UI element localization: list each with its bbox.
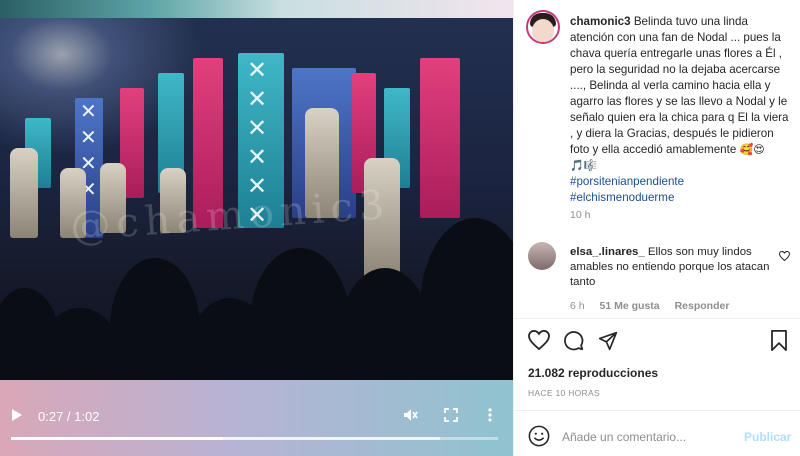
caption-text: Belinda tuvo una linda atención con una … (570, 15, 789, 156)
progress-played (11, 437, 223, 440)
play-icon[interactable] (11, 408, 23, 425)
post-side-panel: chamonic3 Belinda tuvo una linda atenció… (513, 0, 800, 456)
divider (514, 410, 800, 411)
posted-ago: HACE 10 HORAS (528, 388, 600, 398)
video-top-strip (0, 0, 513, 18)
time-display: 0:27 / 1:02 (38, 409, 100, 424)
heart-icon[interactable] (528, 330, 550, 350)
reply-button[interactable]: Responder (675, 300, 730, 312)
emoji-icon[interactable] (528, 425, 550, 447)
performer (10, 148, 38, 238)
comment-likes[interactable]: 51 Me gusta (600, 300, 660, 312)
bookmark-icon[interactable] (770, 330, 788, 351)
views-count[interactable]: 21.082 reproducciones (528, 366, 658, 380)
comment-meta: 6 h 51 Me gusta Responder (570, 300, 729, 312)
share-icon[interactable] (598, 331, 618, 351)
crowd-silhouette (250, 248, 350, 380)
progress-bar[interactable] (11, 437, 498, 440)
comment-heart-icon[interactable] (778, 248, 791, 266)
comment-input[interactable]: Añade un comentario... (562, 430, 686, 444)
crowd-silhouette (110, 258, 200, 380)
crowd-silhouette (340, 268, 430, 380)
hashtag-link[interactable]: #elchismenoduerme (570, 190, 792, 206)
fullscreen-icon[interactable] (444, 408, 458, 425)
publish-button[interactable]: Publicar (744, 430, 791, 444)
crowd-silhouette (420, 218, 513, 380)
comment-time: 6 h (570, 300, 585, 312)
comment-icon[interactable] (563, 330, 584, 351)
divider (514, 318, 800, 319)
hashtag-link[interactable]: #porsitenianpendiente (570, 174, 792, 190)
video-controls: 0:27 / 1:02 (0, 400, 513, 456)
comment: elsa_.linares_ Ellos son muy lindos amab… (570, 245, 775, 290)
stage-screen (420, 58, 460, 218)
more-icon[interactable] (488, 408, 492, 425)
comment-avatar[interactable] (528, 242, 556, 270)
mute-icon[interactable] (402, 407, 418, 426)
post-time: 10 h (570, 209, 591, 221)
avatar[interactable] (526, 10, 560, 44)
video-player[interactable]: ✕ ✕ ✕ ✕ ✕ ✕ ✕ ✕ ✕ ✕ @chamonic3 0:27 / 1:02 (0, 0, 513, 456)
post-caption: chamonic3 Belinda tuvo una linda atenció… (570, 14, 792, 206)
post-username[interactable]: chamonic3 (570, 15, 631, 28)
comment-username[interactable]: elsa_.linares_ (570, 246, 645, 258)
video-frame[interactable]: ✕ ✕ ✕ ✕ ✕ ✕ ✕ ✕ ✕ ✕ @chamonic3 (0, 18, 513, 380)
